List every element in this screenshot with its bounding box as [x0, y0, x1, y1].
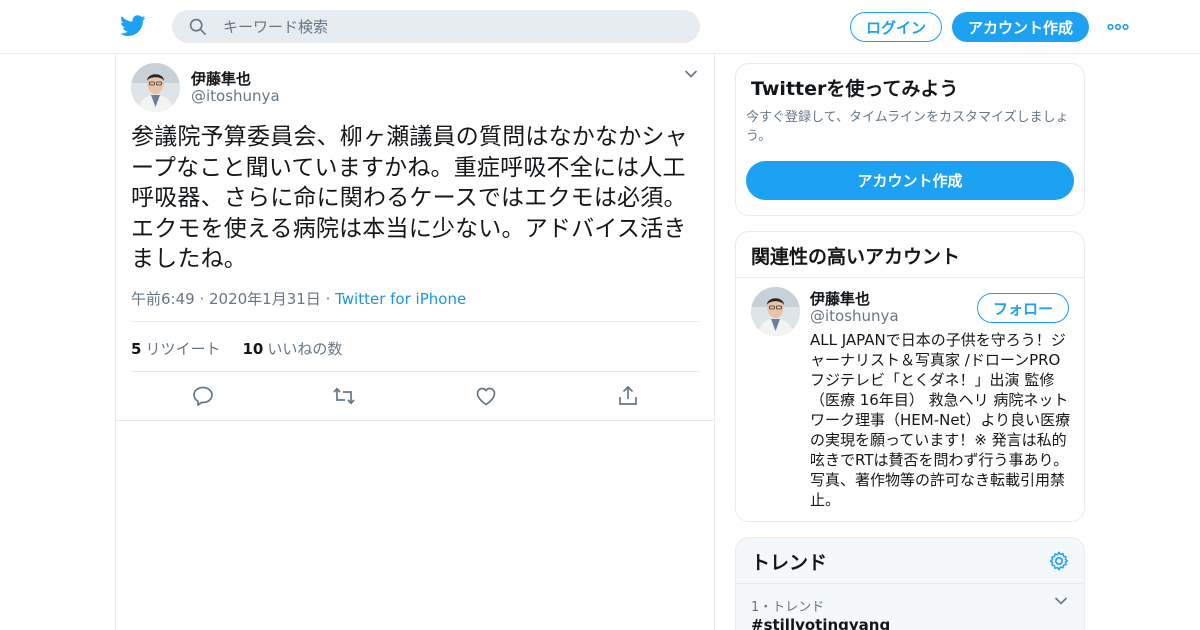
metadata-separator: ·	[320, 290, 336, 308]
author-name[interactable]: 伊藤隼也	[191, 68, 251, 89]
retweet-icon[interactable]	[332, 384, 356, 408]
signup-card-description: 今すぐ登録して、タイムラインをカスタマイズしましょう。	[746, 110, 1069, 144]
related-account-name[interactable]: 伊藤隼也	[810, 288, 870, 309]
signup-card-button[interactable]: アカウント作成	[746, 161, 1074, 200]
chevron-down-icon[interactable]	[1054, 596, 1068, 606]
retweet-label: リツイート	[145, 340, 221, 358]
avatar[interactable]	[751, 287, 800, 336]
retweet-stat[interactable]: 5 リツイート	[131, 338, 220, 359]
related-account-bio: ALL JAPANで日本の子供を守ろう！ジャーナリスト＆写真家 /ドローンPRO…	[810, 331, 1071, 509]
divider	[736, 277, 1084, 278]
search-box[interactable]	[172, 10, 700, 43]
signup-button[interactable]: アカウント作成	[952, 12, 1089, 42]
tweet-source-link[interactable]: Twitter for iPhone	[335, 290, 466, 308]
twitter-bird-icon[interactable]	[120, 15, 146, 37]
main-column: 伊藤隼也 @itoshunya 参議院予算委員会、柳ヶ瀬議員の質問はなかなかシャ…	[115, 54, 715, 630]
retweet-count: 5	[131, 340, 142, 358]
trends-card: トレンド 1・トレンド #stillvotingyang	[735, 537, 1085, 630]
related-account-handle[interactable]: @itoshunya	[810, 307, 899, 325]
like-label: いいねの数	[267, 340, 343, 358]
tweet-timestamp[interactable]: 午前6:49 · 2020年1月31日	[131, 290, 321, 308]
login-button[interactable]: ログイン	[850, 12, 942, 42]
like-stat[interactable]: 10 いいねの数	[242, 338, 342, 359]
signup-card-title: Twitterを使ってみよう	[751, 78, 959, 100]
chevron-down-icon[interactable]	[684, 69, 698, 79]
heart-icon[interactable]	[474, 384, 498, 408]
divider	[736, 583, 1084, 584]
trend-name[interactable]: #stillvotingyang	[751, 616, 890, 630]
trends-title: トレンド	[751, 552, 828, 574]
tweet-stats: 5 リツイート 10 いいねの数	[131, 338, 342, 359]
search-input[interactable]	[223, 17, 663, 36]
related-accounts-card: 関連性の高いアカウント 伊藤隼也 @itoshunya フォロー ALL JAP…	[735, 231, 1085, 522]
tweet-text: 参議院予算委員会、柳ヶ瀬議員の質問はなかなかシャープなこと聞いていますかね。重症…	[131, 124, 688, 272]
reply-icon[interactable]	[191, 384, 215, 408]
avatar-photo	[131, 63, 180, 112]
more-dots-icon[interactable]	[1107, 20, 1129, 34]
tweet-detail: 伊藤隼也 @itoshunya 参議院予算委員会、柳ヶ瀬議員の質問はなかなかシャ…	[116, 54, 714, 421]
signup-prompt-card: Twitterを使ってみよう 今すぐ登録して、タイムラインをカスタマイズしましょ…	[735, 63, 1085, 216]
avatar[interactable]	[131, 63, 180, 112]
share-icon[interactable]	[616, 384, 640, 408]
tweet-metadata: 午前6:49 · 2020年1月31日 · Twitter for iPhone	[131, 288, 466, 309]
search-icon	[189, 18, 207, 35]
like-count: 10	[242, 340, 264, 358]
trend-meta: 1・トレンド	[751, 600, 825, 615]
avatar-photo	[751, 287, 800, 336]
related-accounts-title: 関連性の高いアカウント	[751, 246, 961, 268]
divider	[131, 321, 699, 322]
follow-button[interactable]: フォロー	[977, 293, 1069, 323]
top-navigation-bar: ログイン アカウント作成	[0, 0, 1200, 54]
author-handle[interactable]: @itoshunya	[191, 87, 280, 105]
gear-icon[interactable]	[1048, 550, 1070, 572]
divider	[131, 371, 699, 372]
tweet-actions	[116, 384, 714, 408]
